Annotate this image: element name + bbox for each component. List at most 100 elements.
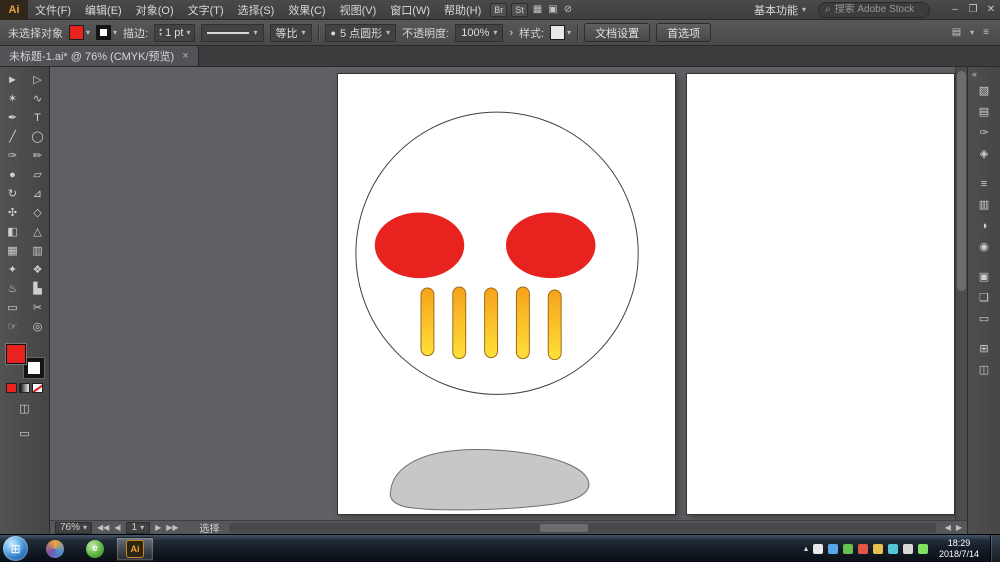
minimize-button[interactable]: – (946, 4, 964, 15)
eyedropper-tool[interactable]: ✦ (1, 260, 25, 279)
tray-status-icon[interactable] (828, 544, 838, 554)
workspace-switcher[interactable]: 基本功能 ▾ (754, 2, 806, 18)
layout-icon[interactable]: ▣ (548, 4, 557, 15)
eraser-tool[interactable]: ▱ (26, 165, 50, 184)
artboards-panel-icon[interactable]: ▭ (973, 309, 995, 328)
bridge-button[interactable]: Br (490, 3, 507, 17)
free-transform-tool[interactable]: ◇ (26, 203, 50, 222)
panel-menu-icon[interactable]: ≡ (983, 27, 989, 38)
tooth-shape[interactable] (485, 288, 498, 358)
tooth-shape[interactable] (516, 287, 529, 359)
appearance-panel-icon[interactable]: ◉ (973, 237, 995, 256)
brush-definition-select[interactable]: ● 5 点圆形 ▾ (325, 24, 397, 42)
none-button[interactable] (32, 383, 43, 393)
line-tool[interactable]: ╱ (1, 127, 25, 146)
tray-status-icon[interactable] (918, 544, 928, 554)
brushes-panel-icon[interactable]: ✑ (973, 123, 995, 142)
gradient-tool[interactable]: ▥ (26, 241, 50, 260)
scale-tool[interactable]: ⊿ (26, 184, 50, 203)
canvas-area[interactable]: 76% ▾ ◀◀ ◀ 1 ▾ ▶ ▶▶ 选择 ◀ ▶ (50, 67, 967, 534)
artboard-number-field[interactable]: 1 ▾ (126, 522, 151, 534)
color-panel-icon[interactable]: ▧ (973, 81, 995, 100)
zoom-level-select[interactable]: 76% ▾ (55, 522, 92, 534)
menu-file[interactable]: 文件(F) (28, 0, 78, 20)
tray-status-icon[interactable] (843, 544, 853, 554)
opacity-expander-icon[interactable]: › (509, 27, 513, 39)
zoom-tool[interactable]: ◎ (26, 317, 50, 336)
opacity-select[interactable]: 100% ▾ (455, 24, 503, 42)
pathfinder-panel-icon[interactable]: ◫ (973, 360, 995, 379)
symbol-sprayer-tool[interactable]: ♨ (1, 279, 25, 298)
menu-effect[interactable]: 效果(C) (281, 0, 332, 20)
tooth-shape[interactable] (421, 288, 434, 356)
horizontal-scrollbar[interactable] (229, 523, 936, 533)
control-options-icon[interactable]: ▤ (952, 27, 961, 38)
blob-brush-tool[interactable]: ● (1, 165, 25, 184)
taskbar-clock[interactable]: 18:29 2018/7/14 (939, 538, 979, 560)
taskbar-app-illustrator[interactable]: Ai (116, 537, 154, 561)
stroke-color-swatch[interactable]: ▾ (96, 25, 117, 40)
tray-status-icon[interactable] (858, 544, 868, 554)
ellipse-tool[interactable]: ◯ (26, 127, 50, 146)
graphic-styles-panel-icon[interactable]: ▣ (973, 267, 995, 286)
first-artboard-button[interactable]: ◀◀ (97, 523, 109, 532)
scroll-left-icon[interactable]: ◀ (945, 523, 951, 532)
layers-panel-icon[interactable]: ❏ (973, 288, 995, 307)
rotate-tool[interactable]: ↻ (1, 184, 25, 203)
artboard-2[interactable] (686, 73, 955, 515)
preferences-button[interactable]: 首选项 (656, 23, 711, 42)
fill-color-swatch[interactable]: ▾ (69, 25, 90, 40)
last-artboard-button[interactable]: ▶▶ (166, 523, 178, 532)
menu-type[interactable]: 文字(T) (181, 0, 231, 20)
next-artboard-button[interactable]: ▶ (155, 523, 161, 532)
menu-edit[interactable]: 编辑(E) (78, 0, 129, 20)
slice-tool[interactable]: ✂ (26, 298, 50, 317)
artboard-1[interactable] (337, 73, 676, 515)
right-eye-shape[interactable] (506, 212, 595, 278)
restore-button[interactable]: ❐ (964, 4, 982, 15)
stepper-arrows-icon[interactable]: ▴ ▾ (159, 28, 162, 38)
pencil-tool[interactable]: ✏ (26, 146, 50, 165)
artboard-tool[interactable]: ▭ (1, 298, 25, 317)
prev-artboard-button[interactable]: ◀ (114, 523, 120, 532)
fill-swatch[interactable] (6, 344, 26, 364)
direct-selection-tool[interactable]: ▷ (26, 70, 50, 89)
tooth-shape[interactable] (548, 290, 561, 360)
menu-object[interactable]: 对象(O) (129, 0, 181, 20)
taskbar-app-media-player[interactable] (36, 537, 74, 561)
mesh-tool[interactable]: ▦ (1, 241, 25, 260)
tooth-shape[interactable] (453, 287, 466, 359)
document-tab[interactable]: 未标题-1.ai* @ 76% (CMYK/预览) × (0, 46, 199, 66)
tab-close-icon[interactable]: × (182, 50, 188, 62)
expand-panels-icon[interactable]: « (972, 69, 977, 79)
chin-shape[interactable] (390, 450, 589, 510)
document-setup-button[interactable]: 文档设置 (584, 23, 650, 42)
drawing-mode-icon[interactable]: ◫ (13, 399, 37, 418)
menu-view[interactable]: 视图(V) (333, 0, 384, 20)
search-input[interactable] (835, 4, 923, 15)
taskbar-app-browser[interactable]: e (76, 537, 114, 561)
lasso-tool[interactable]: ∿ (26, 89, 50, 108)
scroll-right-icon[interactable]: ▶ (956, 523, 962, 532)
vertical-scrollbar[interactable] (955, 67, 967, 520)
variable-width-profile-select[interactable]: ▾ (201, 24, 263, 42)
blend-tool[interactable]: ❖ (26, 260, 50, 279)
start-button[interactable]: ⊞ (3, 536, 28, 561)
tray-status-icon[interactable] (813, 544, 823, 554)
pen-tool[interactable]: ✒ (1, 108, 25, 127)
magic-wand-tool[interactable]: ✶ (1, 89, 25, 108)
gradient-button[interactable] (19, 383, 30, 393)
symbols-panel-icon[interactable]: ◈ (973, 144, 995, 163)
cs-live-icon[interactable]: ⊘ (564, 4, 572, 15)
menu-select[interactable]: 选择(S) (231, 0, 282, 20)
menu-help[interactable]: 帮助(H) (437, 0, 488, 20)
tray-status-icon[interactable] (873, 544, 883, 554)
swatches-panel-icon[interactable]: ▤ (973, 102, 995, 121)
transparency-panel-icon[interactable]: ◑ (973, 216, 995, 235)
screen-mode-icon[interactable]: ▭ (13, 424, 37, 443)
gradient-panel-icon[interactable]: ▥ (973, 195, 995, 214)
style-swatch[interactable]: ▾ (550, 25, 571, 40)
arrange-documents-icon[interactable]: ▦ (533, 4, 542, 15)
stroke-panel-icon[interactable]: ≡ (973, 174, 995, 193)
horizontal-scrollbar-thumb[interactable] (540, 524, 588, 532)
